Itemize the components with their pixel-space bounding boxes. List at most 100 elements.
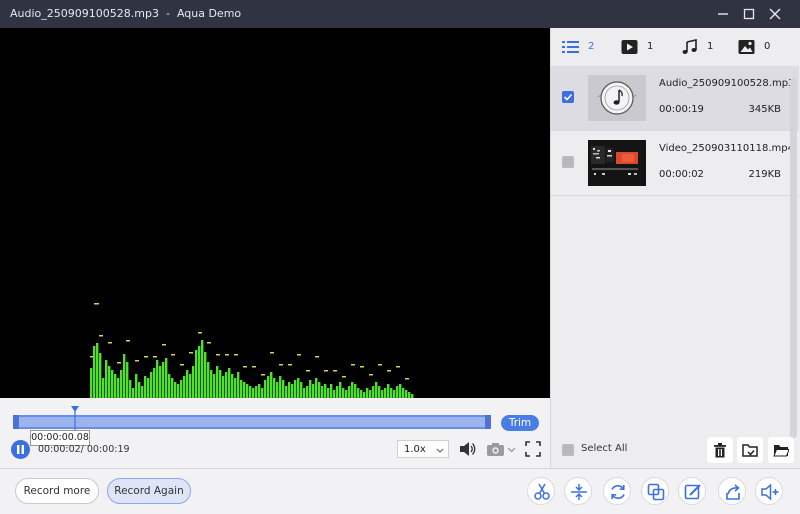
cut-tool-button[interactable] — [527, 477, 555, 505]
maximize-button[interactable] — [736, 0, 762, 28]
spectrum-bar — [303, 388, 306, 398]
preview-area[interactable] — [0, 28, 550, 398]
spectrum-bar — [222, 376, 225, 398]
file-list: Audio_250909100528.mp3 00:00:19 345KB Vi… — [551, 66, 799, 196]
spectrum-bar — [240, 380, 243, 398]
spectrum-bar — [213, 374, 216, 398]
spectrum-bar — [393, 390, 396, 398]
spectrum-bar — [162, 362, 165, 398]
share-tool-button[interactable] — [718, 477, 746, 505]
spectrum-bar — [168, 374, 171, 398]
spectrum-bar — [261, 388, 264, 398]
pause-button[interactable] — [11, 440, 30, 459]
spectrum-bar — [228, 368, 231, 398]
bottom-toolbar: Record more Record Again — [0, 468, 800, 514]
minimize-icon — [718, 13, 728, 15]
list-item-video[interactable]: Video_250903110118.mp4 00:00:02 219KB — [551, 131, 799, 196]
spectrum-bar — [360, 390, 363, 398]
tab-all-count: 2 — [588, 41, 595, 52]
refresh-icon — [611, 485, 625, 499]
open-folder-button[interactable] — [768, 437, 794, 463]
tab-video[interactable]: 1 — [621, 37, 661, 57]
snapshot-camera-icon[interactable] — [486, 441, 518, 457]
record-more-button[interactable]: Record more — [15, 478, 99, 504]
spectrum-peak — [342, 376, 346, 378]
spectrum-bar — [138, 382, 141, 398]
trim-timeline[interactable] — [13, 415, 491, 429]
split-tool-button[interactable] — [564, 477, 592, 505]
playhead-marker[interactable] — [70, 406, 79, 430]
close-button[interactable] — [762, 0, 788, 28]
trash-icon — [714, 443, 726, 458]
convert-tool-button[interactable] — [603, 477, 631, 505]
spectrum-bar — [354, 384, 357, 398]
spectrum-bar — [366, 388, 369, 398]
spectrum-bar — [99, 353, 102, 398]
spectrum-bar — [297, 378, 300, 398]
record-again-button[interactable]: Record Again — [107, 478, 191, 504]
fullscreen-icon[interactable] — [525, 441, 541, 457]
spectrum-bar — [399, 384, 402, 398]
spectrum-bar — [282, 380, 285, 398]
speed-value: 1.0x — [404, 444, 426, 455]
tab-all[interactable]: 2 — [562, 37, 602, 57]
spectrum-bar — [270, 372, 273, 398]
tab-audio[interactable]: 1 — [681, 37, 721, 57]
close-icon — [769, 8, 781, 20]
spectrum-bar — [381, 390, 384, 398]
spectrum-bar — [150, 372, 153, 398]
spectrum-peak — [144, 356, 148, 358]
file-name: Audio_250909100528.mp3 — [659, 78, 795, 89]
spectrum-peak — [369, 374, 373, 376]
spectrum-bar — [390, 388, 393, 398]
spectrum-bar — [231, 374, 234, 398]
delete-button[interactable] — [707, 437, 733, 463]
spectrum-bar — [396, 386, 399, 398]
spectrum-peak — [162, 344, 166, 346]
video-thumbnail — [588, 140, 646, 186]
edit-tool-button[interactable] — [678, 477, 706, 505]
spectrum-peak — [243, 366, 247, 368]
minimize-button[interactable] — [710, 0, 736, 28]
spectrum-bar — [318, 382, 321, 398]
spectrum-bar — [192, 366, 195, 398]
tab-video-count: 1 — [647, 41, 654, 52]
spectrum-peak — [315, 356, 319, 358]
playback-time: 00:00:02/ 00:00:19 — [38, 444, 130, 455]
list-item-audio[interactable]: Audio_250909100528.mp3 00:00:19 345KB — [551, 66, 799, 131]
spectrum-bar — [327, 388, 330, 398]
spectrum-peak — [378, 364, 382, 366]
merge-tool-button[interactable] — [641, 477, 669, 505]
spectrum-bar — [357, 388, 360, 398]
spectrum-bar — [264, 380, 267, 398]
spectrum-peak — [117, 362, 121, 364]
volume-icon[interactable] — [459, 441, 477, 457]
volume-plus-icon — [761, 483, 779, 501]
select-all-checkbox[interactable] — [562, 444, 574, 456]
spectrum-bar — [285, 386, 288, 398]
trim-end-handle[interactable] — [485, 415, 491, 429]
spectrum-bar — [339, 382, 342, 398]
trim-start-handle[interactable] — [13, 415, 19, 429]
speed-select[interactable]: 1.0x — [397, 440, 449, 458]
spectrum-bar — [375, 382, 378, 398]
pause-icon — [17, 445, 24, 454]
trim-button[interactable]: Trim — [501, 415, 539, 431]
window-file-name: Audio_250909100528.mp3 — [10, 7, 159, 20]
item-checkbox-checked[interactable] — [562, 91, 574, 103]
spectrum-bar — [117, 378, 120, 398]
file-list-scrollbar[interactable] — [790, 78, 797, 438]
spectrum-bar — [315, 378, 318, 398]
window-title-separator: - — [165, 7, 170, 20]
spectrum-peak — [297, 354, 301, 356]
folder-export-icon — [742, 444, 758, 457]
spectrum-peak — [99, 335, 103, 337]
window-title: Audio_250909100528.mp3- Aqua Demo — [10, 0, 241, 28]
export-to-folder-button[interactable] — [737, 437, 763, 463]
item-checkbox-unchecked[interactable] — [562, 156, 574, 168]
window-app-name: Aqua Demo — [176, 7, 242, 20]
music-note-icon — [682, 39, 697, 54]
spectrum-bar — [105, 360, 108, 398]
tab-image[interactable]: 0 — [738, 37, 778, 57]
audio-boost-tool-button[interactable] — [755, 477, 783, 505]
